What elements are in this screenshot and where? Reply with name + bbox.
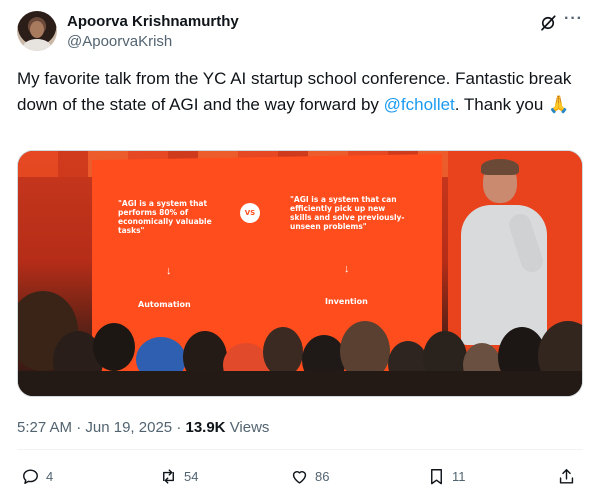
share-icon — [559, 469, 574, 484]
reply-button[interactable]: 4 — [21, 467, 53, 486]
speaker-hair — [481, 159, 519, 175]
like-count: 86 — [315, 469, 330, 484]
tweet-date[interactable]: Jun 19, 2025 — [85, 419, 172, 436]
share-button[interactable] — [557, 467, 576, 486]
divider — [17, 449, 583, 450]
avatar-shirt — [23, 39, 51, 51]
reply-icon — [23, 469, 38, 484]
tweet-time[interactable]: 5:27 AM — [17, 419, 72, 436]
tweet-photo[interactable]: "AGI is a system that performs 80% of ec… — [17, 150, 583, 397]
audience-crowd — [18, 291, 582, 396]
views-label: Views — [229, 419, 270, 436]
heart-icon — [292, 471, 307, 484]
repost-count: 54 — [184, 469, 199, 484]
repost-button[interactable]: 54 — [159, 467, 198, 486]
slide-vs-badge: VS — [240, 203, 260, 223]
slide-left-quote: "AGI is a system that performs 80% of ec… — [118, 199, 212, 235]
tweet-text: My favorite talk from the YC AI startup … — [17, 66, 577, 118]
bookmark-count: 11 — [452, 469, 466, 484]
tweet-card: Apoorva Krishnamurthy @ApoorvaKrish ··· … — [0, 0, 599, 503]
tweet-text-after: . Thank you 🙏 — [454, 95, 570, 114]
slide-right-arrow: ↓ — [344, 263, 350, 275]
slide-left-arrow: ↓ — [166, 265, 172, 277]
bookmark-icon — [431, 469, 442, 485]
views-count: 13.9K — [185, 419, 226, 436]
slide-right-quote: "AGI is a system that can efficiently pi… — [290, 195, 405, 231]
author-display-name[interactable]: Apoorva Krishnamurthy — [67, 13, 239, 30]
avatar-face — [30, 21, 44, 38]
like-button[interactable]: 86 — [290, 467, 329, 486]
meta-separator: · — [176, 419, 182, 436]
bookmark-button[interactable]: 11 — [427, 467, 466, 486]
author-handle[interactable]: @ApoorvaKrish — [67, 33, 172, 50]
mention-link[interactable]: @fchollet — [384, 95, 455, 114]
meta-separator: · — [76, 419, 82, 436]
avatar[interactable] — [17, 11, 57, 51]
more-icon[interactable]: ··· — [564, 10, 583, 28]
grok-icon[interactable] — [539, 14, 557, 32]
tweet-meta: 5:27 AM · Jun 19, 2025 · 13.9K Views — [17, 419, 269, 436]
repost-icon — [163, 469, 174, 484]
reply-count: 4 — [46, 469, 54, 484]
